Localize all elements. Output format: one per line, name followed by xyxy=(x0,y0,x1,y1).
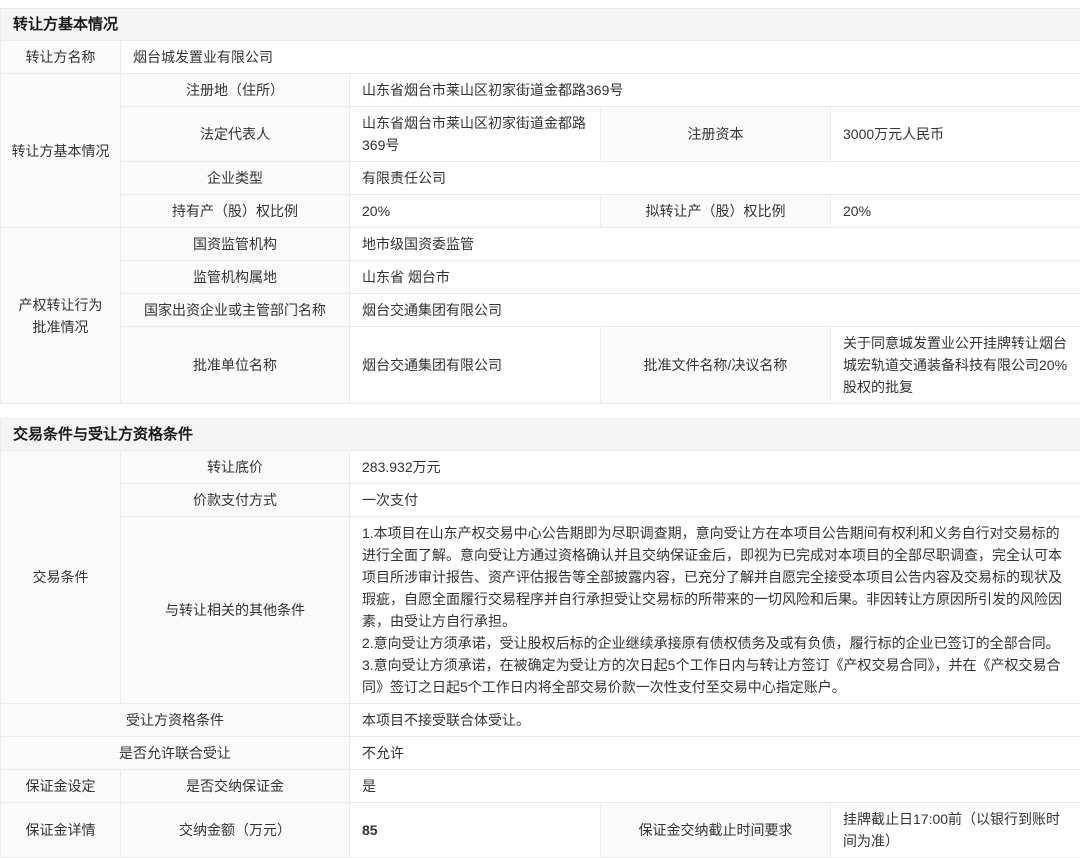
approval-unit-label: 批准单位名称 xyxy=(121,327,350,404)
table-row: 与转让相关的其他条件 1.本项目在山东产权交易中心公告期即为尽职调查期，意向受让… xyxy=(1,517,1080,704)
transferor-name-value: 烟台城发置业有限公司 xyxy=(121,41,1080,74)
table-row: 转让方基本情况 注册地（住所） 山东省烟台市莱山区初家街道金都路369号 xyxy=(1,74,1080,107)
deposit-amount-label: 交纳金额（万元） xyxy=(121,803,350,858)
legal-representative-value: 山东省烟台市莱山区初家街道金都路369号 xyxy=(350,107,601,162)
deposit-detail-group-label: 保证金详情 xyxy=(1,803,121,858)
trade-conditions-group-label: 交易条件 xyxy=(1,451,121,704)
table-row: 价款支付方式 一次支付 xyxy=(1,484,1080,517)
deposit-setting-group-label: 保证金设定 xyxy=(1,770,121,803)
sasac-regulator-label: 国资监管机构 xyxy=(121,228,350,261)
regulator-region-label: 监管机构属地 xyxy=(121,261,350,294)
table-row: 企业类型 有限责任公司 xyxy=(1,162,1080,195)
table-row: 批准单位名称 烟台交通集团有限公司 批准文件名称/决议名称 关于同意城发置业公开… xyxy=(1,327,1080,404)
held-equity-ratio-label: 持有产（股）权比例 xyxy=(121,195,350,228)
table-row: 保证金详情 交纳金额（万元） 85 保证金交纳截止时间要求 挂牌截止日17:00… xyxy=(1,803,1080,858)
enterprise-type-value: 有限责任公司 xyxy=(350,162,1080,195)
deposit-deadline-value: 挂牌截止日17:00前（以银行到账时间为准） xyxy=(831,803,1080,858)
registered-address-value: 山东省烟台市莱山区初家街道金都路369号 xyxy=(350,74,1080,107)
table-row: 交易条件 转让底价 283.932万元 xyxy=(1,451,1080,484)
payment-method-label: 价款支付方式 xyxy=(121,484,350,517)
table-row: 受让方资格条件 本项目不接受联合体受让。 xyxy=(1,704,1080,737)
sasac-regulator-value: 地市级国资委监管 xyxy=(350,228,1080,261)
regulator-region-value: 山东省 烟台市 xyxy=(350,261,1080,294)
registered-capital-value: 3000万元人民币 xyxy=(831,107,1080,162)
approval-document-value: 关于同意城发置业公开挂牌转让烟台城宏轨道交通装备科技有限公司20%股权的批复 xyxy=(831,327,1080,404)
deposit-amount-value: 85 xyxy=(350,803,601,858)
joint-transfer-label: 是否允许联合受让 xyxy=(1,737,350,770)
other-conditions-value: 1.本项目在山东产权交易中心公告期即为尽职调查期，意向受让方在本项目公告期间有权… xyxy=(350,517,1080,704)
section-header-row: 交易条件与受让方资格条件 xyxy=(1,419,1080,451)
transaction-section-table: 交易条件与受让方资格条件 交易条件 转让底价 283.932万元 价款支付方式 … xyxy=(0,418,1080,858)
deposit-required-label: 是否交纳保证金 xyxy=(121,770,350,803)
table-row: 监管机构属地 山东省 烟台市 xyxy=(1,261,1080,294)
section-title-transferor: 转让方基本情况 xyxy=(1,9,1080,41)
proposed-transfer-ratio-label: 拟转让产（股）权比例 xyxy=(601,195,831,228)
state-funded-enterprise-label: 国家出资企业或主管部门名称 xyxy=(121,294,350,327)
payment-method-value: 一次支付 xyxy=(350,484,1080,517)
floor-price-value: 283.932万元 xyxy=(350,451,1080,484)
joint-transfer-value: 不允许 xyxy=(350,737,1080,770)
other-conditions-label: 与转让相关的其他条件 xyxy=(121,517,350,704)
transferor-section-table: 转让方基本情况 转让方名称 烟台城发置业有限公司 转让方基本情况 注册地（住所）… xyxy=(0,8,1080,404)
transferee-qualification-label: 受让方资格条件 xyxy=(1,704,350,737)
transferor-basic-group-label: 转让方基本情况 xyxy=(1,74,121,228)
approval-unit-value: 烟台交通集团有限公司 xyxy=(350,327,601,404)
legal-representative-label: 法定代表人 xyxy=(121,107,350,162)
approval-group-label: 产权转让行为 批准情况 xyxy=(1,228,121,404)
registered-address-label: 注册地（住所） xyxy=(121,74,350,107)
registered-capital-label: 注册资本 xyxy=(601,107,831,162)
floor-price-label: 转让底价 xyxy=(121,451,350,484)
table-row: 转让方名称 烟台城发置业有限公司 xyxy=(1,41,1080,74)
held-equity-ratio-value: 20% xyxy=(350,195,601,228)
approval-document-label: 批准文件名称/决议名称 xyxy=(601,327,831,404)
table-row: 产权转让行为 批准情况 国资监管机构 地市级国资委监管 xyxy=(1,228,1080,261)
table-row: 国家出资企业或主管部门名称 烟台交通集团有限公司 xyxy=(1,294,1080,327)
page: 转让方基本情况 转让方名称 烟台城发置业有限公司 转让方基本情况 注册地（住所）… xyxy=(0,0,1080,858)
deposit-required-value: 是 xyxy=(350,770,1080,803)
state-funded-enterprise-value: 烟台交通集团有限公司 xyxy=(350,294,1080,327)
table-row: 持有产（股）权比例 20% 拟转让产（股）权比例 20% xyxy=(1,195,1080,228)
enterprise-type-label: 企业类型 xyxy=(121,162,350,195)
transferee-qualification-value: 本项目不接受联合体受让。 xyxy=(350,704,1080,737)
table-row: 保证金设定 是否交纳保证金 是 xyxy=(1,770,1080,803)
deposit-deadline-label: 保证金交纳截止时间要求 xyxy=(601,803,831,858)
table-row: 法定代表人 山东省烟台市莱山区初家街道金都路369号 注册资本 3000万元人民… xyxy=(1,107,1080,162)
section-header-row: 转让方基本情况 xyxy=(1,9,1080,41)
table-row: 是否允许联合受让 不允许 xyxy=(1,737,1080,770)
transferor-name-label: 转让方名称 xyxy=(1,41,121,74)
section-title-transaction: 交易条件与受让方资格条件 xyxy=(1,419,1080,451)
proposed-transfer-ratio-value: 20% xyxy=(831,195,1080,228)
